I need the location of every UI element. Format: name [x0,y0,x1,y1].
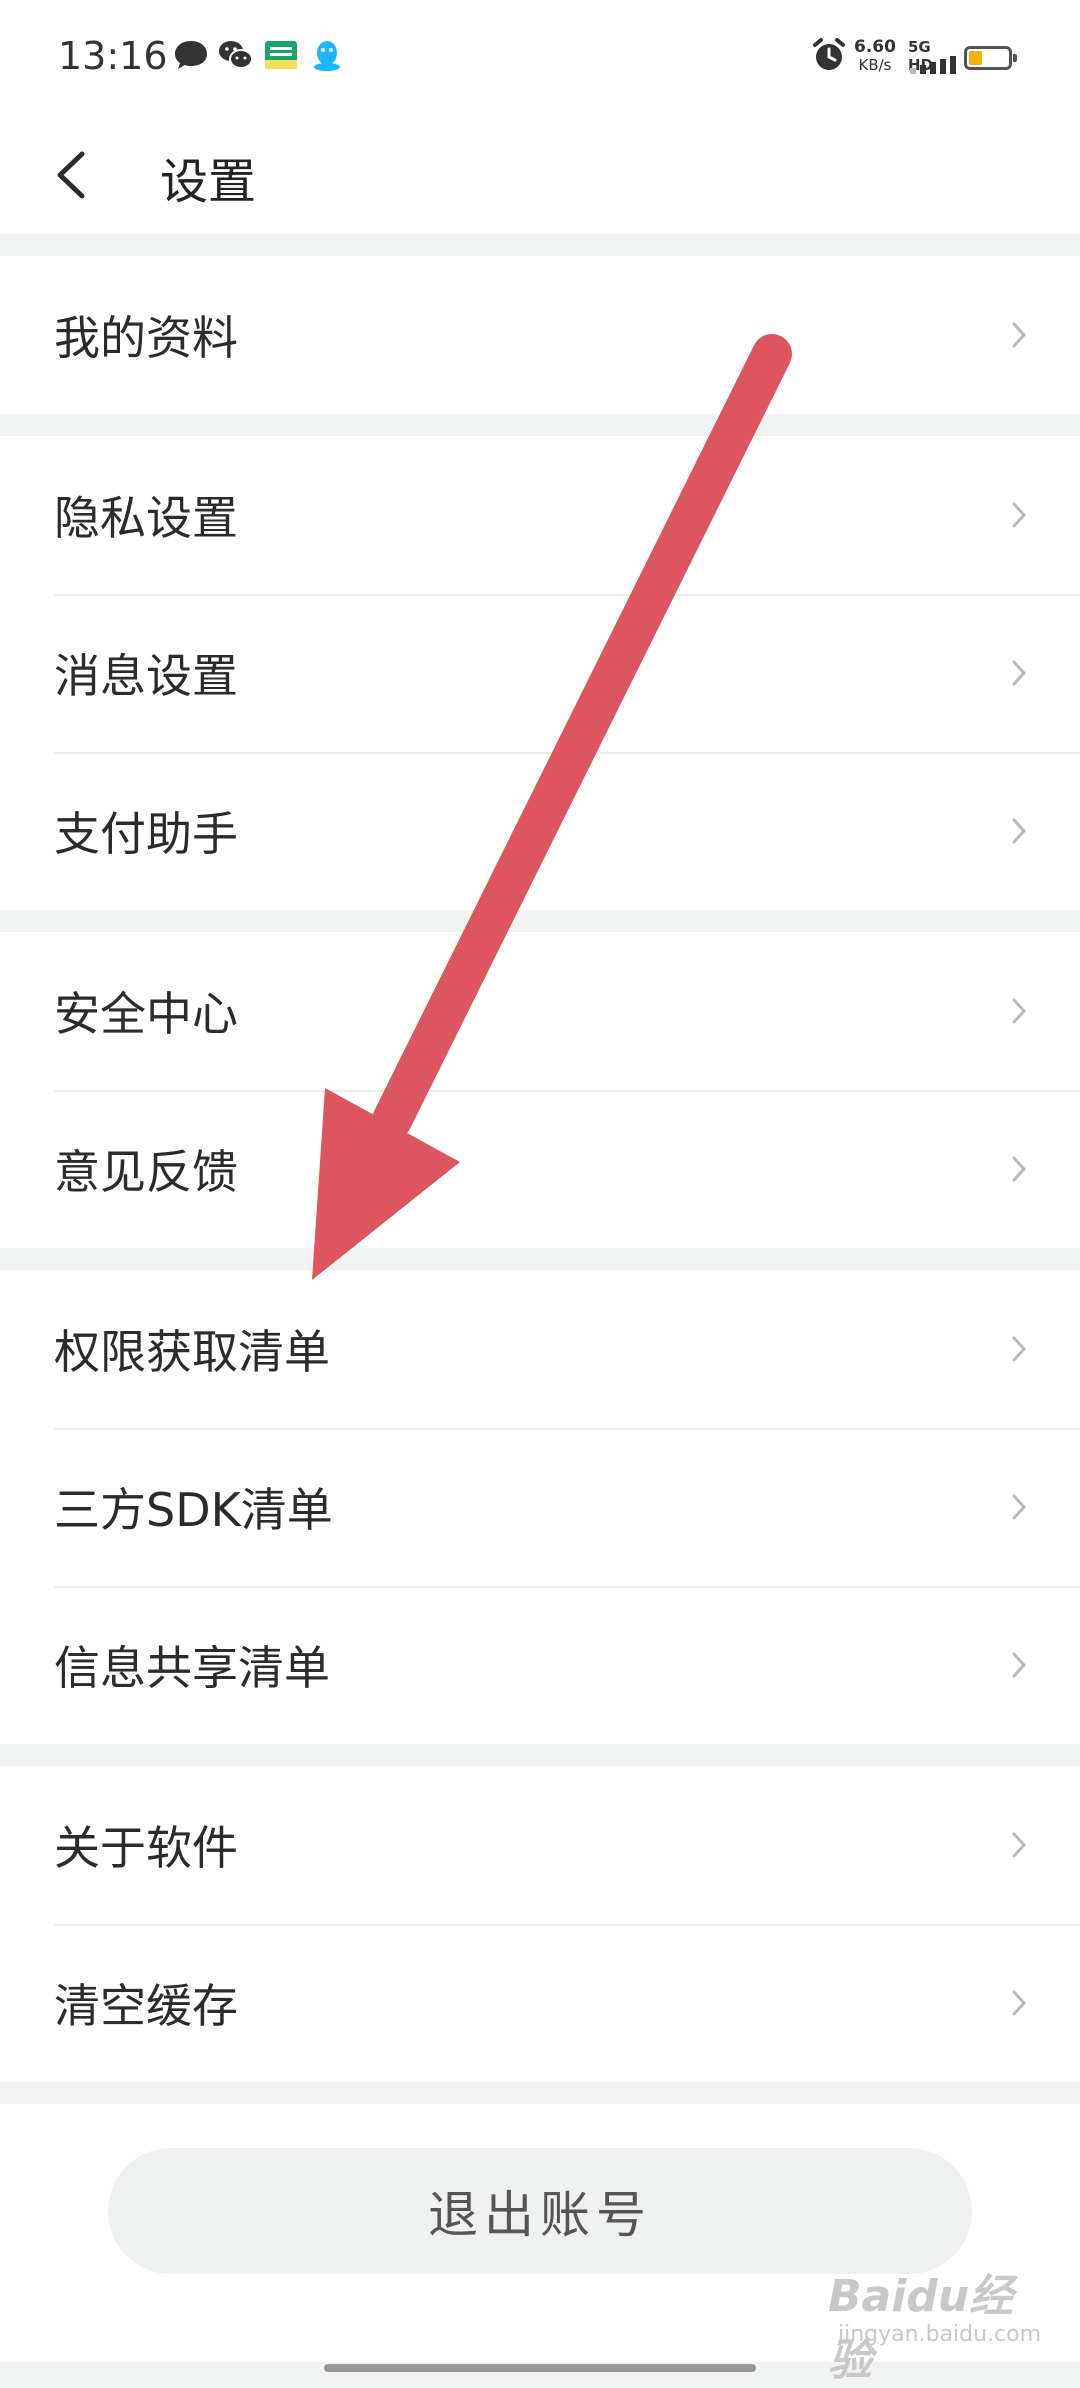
settings-item-about[interactable]: 关于软件 [0,1766,1080,1924]
qq-penguin-icon [314,41,340,71]
settings-group-profile: 我的资料 [0,256,1080,414]
wechat-icon [219,41,253,69]
alarm-icon [813,38,845,70]
back-button[interactable] [40,132,104,218]
chevron-left-icon [57,151,85,199]
chevron-right-icon [1012,1494,1027,1520]
settings-item-privacy[interactable]: 隐私设置 [0,436,1080,594]
chevron-right-icon [1012,322,1027,348]
settings-item-label: 意见反馈 [54,1145,238,1199]
settings-item-label: 支付助手 [54,807,238,861]
net-speed-value: 6.60 [854,37,896,57]
settings-item-label: 安全中心 [54,987,238,1041]
settings-item-my-profile[interactable]: 我的资料 [0,256,1080,414]
settings-item-messages[interactable]: 消息设置 [0,594,1080,752]
settings-group-privacy: 隐私设置 消息设置 支付助手 [0,436,1080,910]
chevron-right-icon [1012,818,1027,844]
settings-item-security-center[interactable]: 安全中心 [0,932,1080,1090]
settings-item-label: 关于软件 [54,1821,238,1875]
message-bubble-icon [175,41,207,69]
chevron-right-icon [1012,1652,1027,1678]
signal-icon [910,56,956,74]
battery-level [969,51,983,65]
watermark-sub: jingyan.baidu.com [838,2322,1042,2347]
settings-item-info-sharing-list[interactable]: 信息共享清单 [0,1586,1080,1744]
chevron-right-icon [1012,660,1027,686]
settings-item-label: 信息共享清单 [54,1641,330,1695]
chevron-right-icon [1012,1832,1027,1858]
settings-item-label: 清空缓存 [54,1979,238,2033]
status-time: 13:16 [58,34,168,78]
net-speed-unit: KB/s [858,56,892,74]
chevron-right-icon [1012,502,1027,528]
page-title: 设置 [160,154,257,210]
settings-group-security: 安全中心 意见反馈 [0,932,1080,1248]
settings-item-label: 我的资料 [54,311,238,365]
settings-group-disclosures: 权限获取清单 三方SDK清单 信息共享清单 [0,1270,1080,1744]
settings-group-about: 关于软件 清空缓存 [0,1766,1080,2082]
app-badge-icon [265,41,297,69]
status-bar: 13:16 6.60 KB/s 5G HD [0,0,1080,116]
settings-item-payment[interactable]: 支付助手 [0,752,1080,910]
watermark: Baidu经验 jingyan.baidu.com [820,2240,1042,2386]
chevron-right-icon [1012,998,1027,1024]
battery-icon [964,46,1017,70]
settings-item-label: 三方SDK清单 [54,1483,333,1537]
settings-item-sdk-list[interactable]: 三方SDK清单 [0,1428,1080,1586]
settings-item-label: 隐私设置 [54,491,238,545]
chevron-right-icon [1012,1990,1027,2016]
settings-item-permissions-list[interactable]: 权限获取清单 [0,1270,1080,1428]
chevron-right-icon [1012,1336,1027,1362]
settings-item-clear-cache[interactable]: 清空缓存 [0,1924,1080,2082]
settings-item-label: 消息设置 [54,649,238,703]
chevron-right-icon [1012,1156,1027,1182]
settings-item-feedback[interactable]: 意见反馈 [0,1090,1080,1248]
signal-group: 5G HD [908,38,960,74]
home-indicator [324,2364,756,2372]
settings-item-label: 权限获取清单 [54,1325,330,1379]
net-speed: 6.60 KB/s [853,38,897,74]
title-bar: 设置 [0,116,1080,234]
